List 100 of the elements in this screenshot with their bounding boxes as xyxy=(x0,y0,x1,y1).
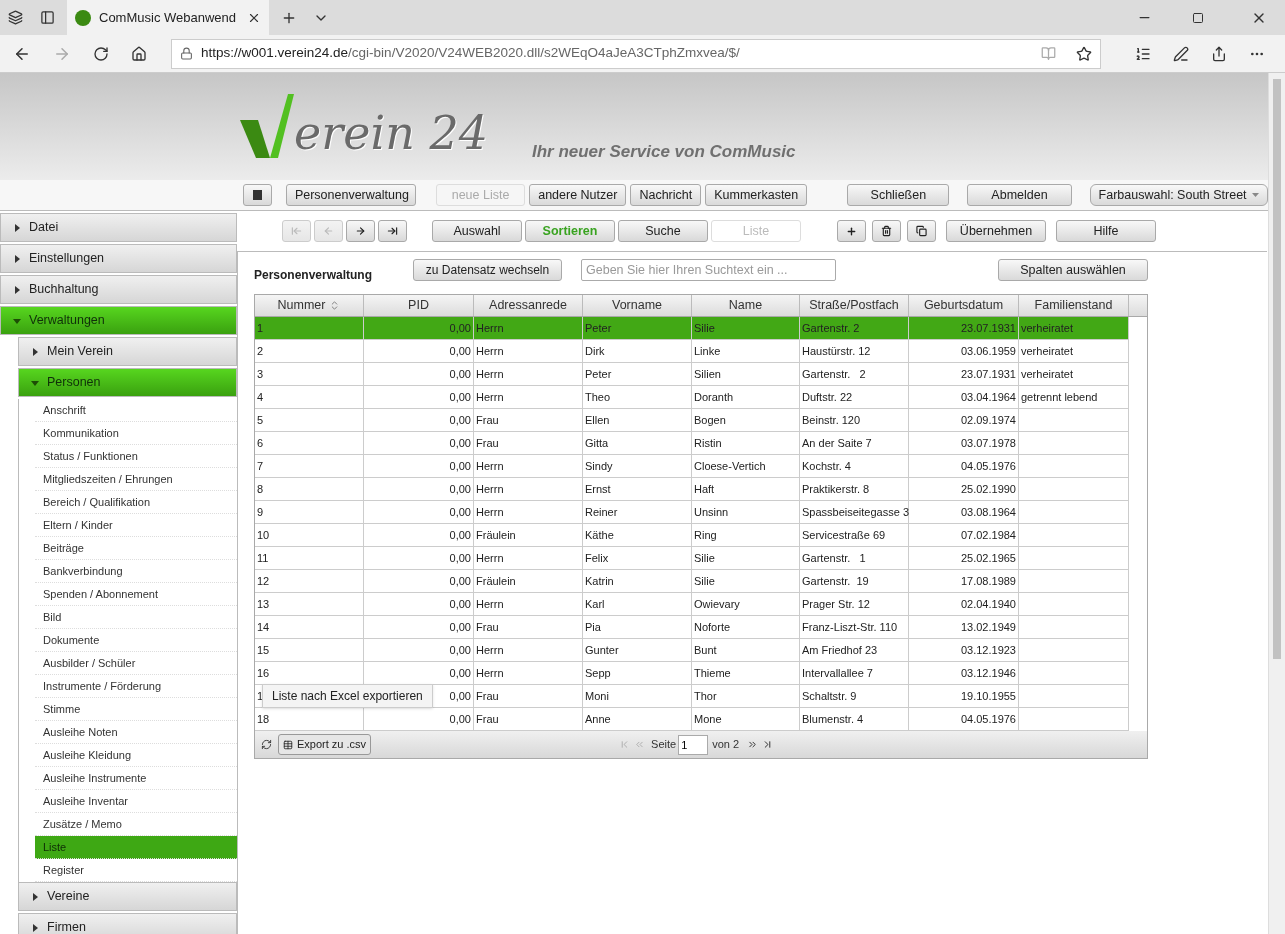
sidebar-group[interactable]: Verwaltungen xyxy=(0,306,237,335)
column-header[interactable]: Nummer xyxy=(255,295,364,316)
table-row[interactable]: 5 0,00 Frau Ellen Bogen Beinstr. 120 02.09.1974 xyxy=(255,409,1129,432)
sidebar-group[interactable]: Personen xyxy=(18,368,237,397)
table-cell-text: Intervallallee 7 xyxy=(802,665,873,681)
sidebar-link[interactable]: Ausleihe Noten xyxy=(35,721,237,744)
toolbar-button[interactable]: Kummerkasten xyxy=(705,184,808,206)
share-icon[interactable] xyxy=(1211,45,1227,62)
table-cell-text: Moni xyxy=(585,688,609,704)
sidebar-link[interactable]: Liste xyxy=(35,836,237,859)
action-button[interactable] xyxy=(872,220,901,242)
sidebar-group[interactable]: Mein Verein xyxy=(18,337,237,366)
toolbar-button[interactable]: andere Nutzer xyxy=(529,184,627,206)
table-row[interactable]: 11 0,00 Herrn Felix Silie Gartenstr. 1 25.02.1965 xyxy=(255,547,1129,570)
color-select[interactable]: Farbauswahl: South Street xyxy=(1089,184,1268,206)
favorites-icon[interactable] xyxy=(1135,45,1151,62)
browser-tab[interactable]: ComMusic Webanwend xyxy=(67,0,269,35)
table-row[interactable]: 15 0,00 Herrn Gunter Bunt Am Friedhof 23 03.12.1923 xyxy=(255,639,1129,662)
sidebar-group[interactable]: Vereine xyxy=(18,882,237,911)
table-cell-text: 0,00 xyxy=(449,711,471,727)
column-header[interactable]: Adressanrede xyxy=(474,295,583,316)
next-page-icon[interactable] xyxy=(747,739,759,750)
sidebar-link[interactable]: Instrumente / Förderung xyxy=(35,675,237,698)
toolbar-button[interactable]: Schließen xyxy=(847,184,950,206)
table-row[interactable]: 14 0,00 Frau Pia Noforte Franz-Liszt-Str. 110 13.02.1949 xyxy=(255,616,1129,639)
table-row[interactable]: 18 0,00 Frau Anne Mone Blumenstr. 4 04.05.1976 xyxy=(255,708,1129,731)
goto-record-button[interactable]: zu Datensatz wechseln xyxy=(413,259,562,281)
table-cell-text: Owievary xyxy=(694,596,740,612)
action-button[interactable]: Hilfe xyxy=(1056,220,1156,242)
column-header[interactable]: Familienstand xyxy=(1019,295,1129,316)
sidebar-link[interactable]: Ausleihe Instrumente xyxy=(35,767,237,790)
refresh-icon[interactable] xyxy=(261,739,272,750)
caret-right-icon xyxy=(31,892,39,901)
sidebar-link[interactable]: Eltern / Kinder xyxy=(35,514,237,537)
record-nav-button[interactable] xyxy=(346,220,375,242)
toolbar-button[interactable]: Nachricht xyxy=(630,184,702,206)
refresh-icon[interactable] xyxy=(93,45,109,62)
pen-icon[interactable] xyxy=(1173,45,1189,62)
table-row[interactable]: 7 0,00 Herrn Sindy Cloese-Vertich Kochstr. 4 04.05.1976 xyxy=(255,455,1129,478)
table-cell-text: 10 xyxy=(257,527,270,543)
sidebar-link[interactable]: Anschrift xyxy=(35,399,237,422)
toolbar-button[interactable]: Personenverwaltung xyxy=(285,184,416,206)
sidebar-link[interactable]: Spenden / Abonnement xyxy=(35,583,237,606)
tab-aside-icon[interactable] xyxy=(40,10,55,25)
table-cell-text: Sindy xyxy=(585,458,613,474)
sidebar-group[interactable]: Einstellungen xyxy=(0,244,237,273)
sidebar-group[interactable]: Firmen xyxy=(18,913,237,934)
star-icon[interactable] xyxy=(1076,45,1092,62)
sidebar-link[interactable]: Bild xyxy=(35,606,237,629)
column-header[interactable]: Vorname xyxy=(583,295,692,316)
home-icon[interactable] xyxy=(131,45,147,62)
table-row[interactable]: 10 0,00 Fräulein Käthe Ring Servicestraße 69 07.02.1984 xyxy=(255,524,1129,547)
table-row[interactable]: 9 0,00 Herrn Reiner Unsinn Spassbeiseitegasse 3 03.08.1964 xyxy=(255,501,1129,524)
sidebar-group[interactable]: Datei xyxy=(0,213,237,242)
sidebar-link[interactable]: Ausleihe Kleidung xyxy=(35,744,237,767)
maximize-icon[interactable] xyxy=(1192,11,1204,24)
view-button[interactable]: Auswahl xyxy=(432,220,522,242)
table-row[interactable]: 13 0,00 Herrn Karl Owievary Prager Str. 12 02.04.1940 xyxy=(255,593,1129,616)
table-row[interactable]: 12 0,00 Fräulein Katrin Silie Gartenstr. 19 17.08.1989 xyxy=(255,570,1129,593)
table-cell-text: Bunt xyxy=(694,642,717,658)
page-total: von 2 xyxy=(712,737,740,753)
column-header[interactable]: Straße/Postfach xyxy=(800,295,909,316)
sidebar-link[interactable]: Kommunikation xyxy=(35,422,237,445)
record-nav-button[interactable] xyxy=(378,220,407,242)
table-row[interactable]: 1 0,00 Herrn Peter Silie Gartenstr. 2 23.07.1931 verheiratet xyxy=(255,317,1129,340)
sidebar-link[interactable]: Mitgliedszeiten / Ehrungen xyxy=(35,468,237,491)
table-cell-text: Theo xyxy=(585,389,611,405)
sidebar-link[interactable]: Status / Funktionen xyxy=(35,445,237,468)
column-header[interactable]: Geburtsdatum xyxy=(909,295,1019,316)
sidebar-link[interactable]: Beiträge xyxy=(35,537,237,560)
sidebar-link[interactable]: Dokumente xyxy=(35,629,237,652)
address-field[interactable]: https://w001.verein24.de/cgi-bin/V2020/V24WEB2020.dll/s2WEqO4aJeA3CTphZmxvea/$/ xyxy=(171,38,1101,69)
action-button[interactable]: Übernehmen xyxy=(946,220,1046,242)
sidebar-link[interactable]: Ausbilder / Schüler xyxy=(35,652,237,675)
search-field[interactable]: Geben Sie hier Ihren Suchtext ein ... xyxy=(581,259,836,281)
export-csv-button[interactable]: Export zu .csv xyxy=(278,734,372,755)
table-cell-text: 04.05.1976 xyxy=(960,458,1016,474)
sidebar-link[interactable]: Ausleihe Inventar xyxy=(35,790,237,813)
table-row[interactable]: 3 0,00 Herrn Peter Silien Gartenstr. 2 23.07.1931 verheiratet xyxy=(255,363,1129,386)
tabs-icon[interactable] xyxy=(8,10,23,25)
table-row[interactable]: 8 0,00 Herrn Ernst Haft Praktikerstr. 8 25.02.1990 xyxy=(255,478,1129,501)
column-header[interactable]: Name xyxy=(692,295,800,316)
sidebar-link[interactable]: Bankverbindung xyxy=(35,560,237,583)
page-field[interactable]: 1 xyxy=(678,734,709,755)
column-header[interactable]: PID xyxy=(364,295,474,316)
sidebar-link[interactable]: Stimme xyxy=(35,698,237,721)
table-cell-text: 03.08.1964 xyxy=(960,504,1016,520)
table-row[interactable]: 4 0,00 Herrn Theo Doranth Duftstr. 22 03.04.1964 getrennt lebend xyxy=(255,386,1129,409)
sidebar-link[interactable]: Bereich / Qualifikation xyxy=(35,491,237,514)
sidebar-group[interactable]: Buchhaltung xyxy=(0,275,237,304)
table-cell-text: 0,00 xyxy=(449,504,471,520)
table-row[interactable]: 6 0,00 Frau Gitta Ristin An der Saite 7 03.07.1978 xyxy=(255,432,1129,455)
action-button[interactable] xyxy=(907,220,936,242)
table-row[interactable]: 16 0,00 Herrn Sepp Thieme Intervallallee 7 03.12.1946 xyxy=(255,662,1129,685)
table-cell-text: Franz-Liszt-Str. 110 xyxy=(802,619,898,635)
view-button[interactable]: Suche xyxy=(618,220,708,242)
table-row[interactable]: 2 0,00 Herrn Dirk Linke Haustürstr. 12 03.06.1959 verheiratet xyxy=(255,340,1129,363)
toolbar-button[interactable]: Abmelden xyxy=(967,184,1072,206)
menu-toggle-button[interactable] xyxy=(243,184,272,206)
select-columns-button[interactable]: Spalten auswählen xyxy=(998,259,1148,281)
